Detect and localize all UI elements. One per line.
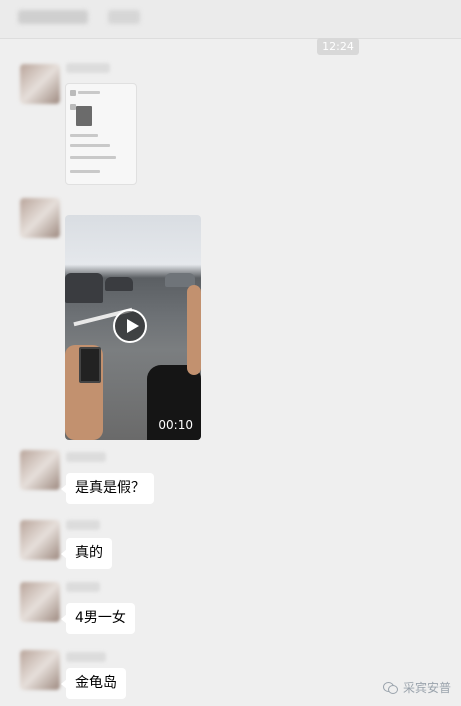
- avatar[interactable]: [20, 520, 60, 560]
- redacted-nickname: [66, 652, 106, 662]
- mini-text-line: [70, 156, 116, 159]
- redacted-nickname: [66, 452, 106, 462]
- mini-text-line: [70, 134, 98, 137]
- redacted-subtitle: [108, 10, 140, 24]
- chat-header: [0, 0, 461, 39]
- text-message[interactable]: 真的: [61, 538, 112, 569]
- text-message[interactable]: 金龟岛: [61, 668, 126, 699]
- text-message[interactable]: 4男一女: [61, 603, 135, 634]
- phone: [79, 347, 101, 383]
- avatar[interactable]: [20, 450, 60, 490]
- car: [65, 273, 103, 303]
- image-message[interactable]: [65, 83, 137, 185]
- avatar[interactable]: [20, 582, 60, 622]
- video-message[interactable]: 00:10: [65, 215, 201, 440]
- wechat-logo-icon: [382, 681, 399, 695]
- redacted-nickname: [66, 63, 110, 73]
- video-duration: 00:10: [158, 418, 193, 432]
- play-icon[interactable]: [113, 309, 147, 343]
- avatar[interactable]: [20, 64, 60, 104]
- mini-text-line: [70, 144, 110, 147]
- text-message[interactable]: 是真是假？: [61, 473, 154, 504]
- mini-text-line: [78, 91, 100, 94]
- message-timestamp: 12:24: [317, 38, 359, 55]
- mini-video-thumbnail: [76, 106, 92, 126]
- car: [105, 277, 133, 291]
- watermark: 采宾安普: [382, 679, 451, 696]
- redacted-nickname: [66, 520, 100, 530]
- watermark-text: 采宾安普: [402, 681, 451, 695]
- mini-text-line: [70, 170, 100, 173]
- avatar[interactable]: [20, 650, 60, 690]
- mini-avatar: [70, 90, 76, 96]
- redacted-title: [18, 10, 88, 24]
- bystander-arm: [187, 285, 201, 375]
- avatar[interactable]: [20, 198, 60, 238]
- redacted-nickname: [66, 582, 100, 592]
